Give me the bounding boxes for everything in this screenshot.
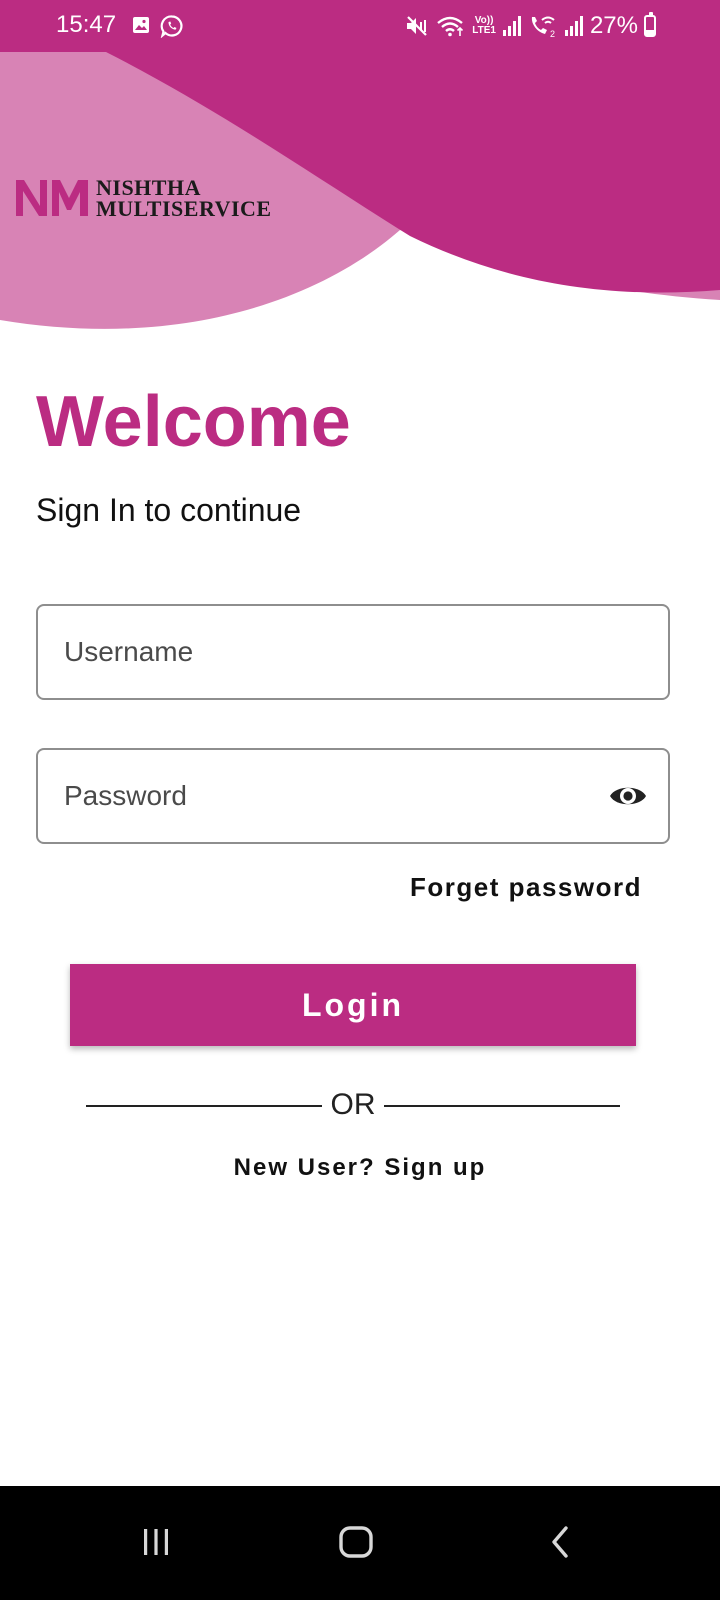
brand-logo: NISHTHA MULTISERVICE (16, 176, 272, 220)
status-bar: 15:47 Vo)) LTE1 2 27% (0, 0, 720, 52)
page-title: Welcome (36, 382, 351, 462)
or-divider: OR (86, 1086, 620, 1126)
wifi-icon (437, 16, 464, 37)
recent-apps-icon[interactable] (136, 1522, 176, 1562)
signal-sim1-icon (502, 16, 521, 36)
lte-label: LTE1 (472, 25, 496, 36)
battery-percentage: 27% (589, 12, 638, 39)
whatsapp-icon (160, 15, 183, 38)
battery-level-fill (646, 30, 654, 35)
signal-sim2-icon (564, 16, 583, 36)
login-button[interactable]: Login (70, 964, 636, 1046)
volte-lte-indicator: Vo)) LTE1 (472, 16, 496, 36)
system-nav-bar (0, 1486, 720, 1600)
username-input[interactable] (64, 606, 604, 698)
username-field[interactable] (36, 604, 670, 700)
wifi-calling-icon: 2 (531, 16, 555, 38)
logo-text: NISHTHA MULTISERVICE (96, 175, 272, 221)
password-input[interactable] (64, 750, 604, 842)
logo-text-line1: NISHTHA (96, 175, 201, 200)
eye-icon[interactable] (608, 780, 648, 812)
page-subtitle: Sign In to continue (36, 492, 302, 528)
status-time: 15:47 (56, 11, 117, 38)
home-icon[interactable] (336, 1522, 376, 1562)
battery-icon (644, 12, 656, 37)
signup-link[interactable]: New User? Sign up (0, 1154, 720, 1182)
svg-text:2: 2 (550, 29, 555, 38)
logo-mark-icon (16, 180, 88, 216)
password-field[interactable] (36, 748, 670, 844)
divider-line-right (384, 1105, 620, 1107)
forget-password-link[interactable]: Forget password (410, 872, 642, 903)
gallery-icon (133, 17, 149, 33)
logo-text-line2: MULTISERVICE (96, 196, 272, 221)
mute-vibrate-icon (407, 16, 428, 36)
back-icon[interactable] (542, 1522, 582, 1562)
